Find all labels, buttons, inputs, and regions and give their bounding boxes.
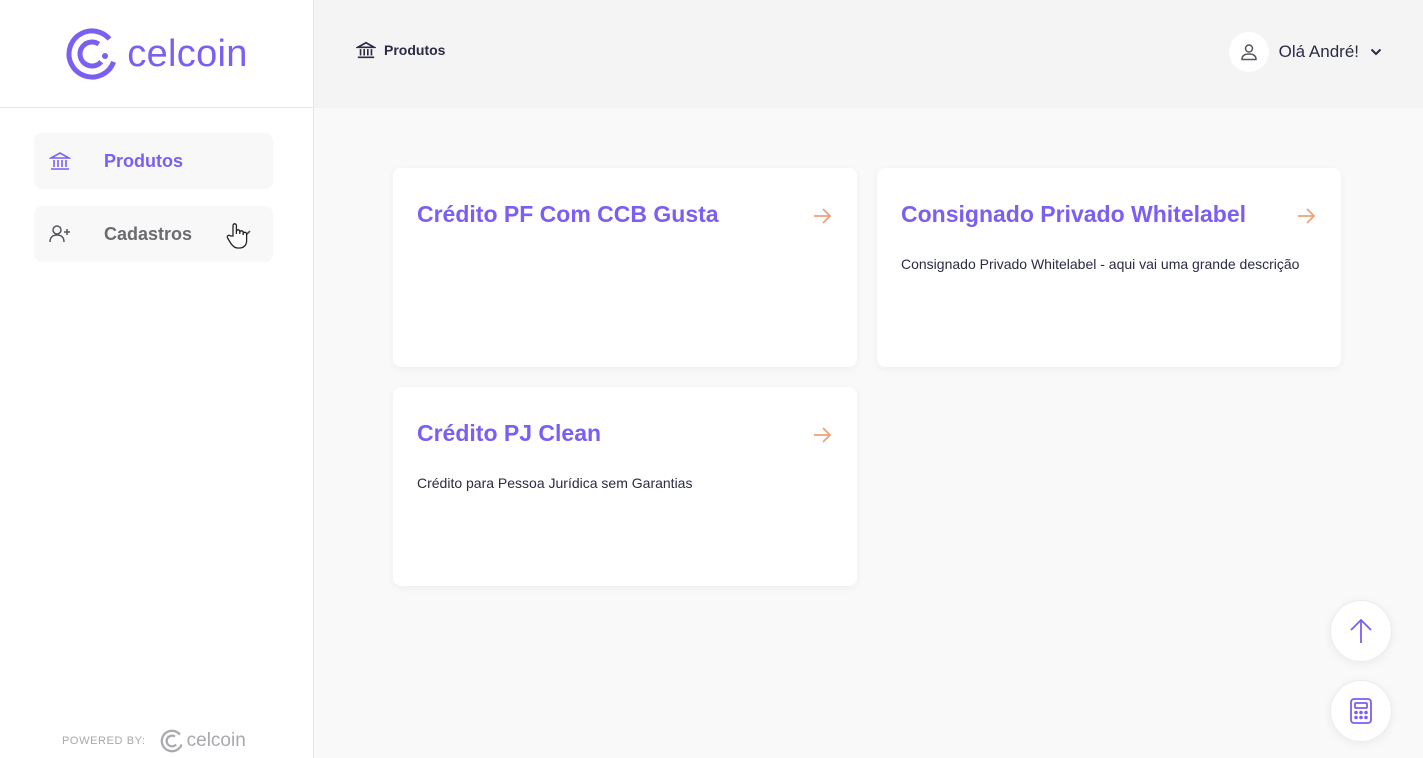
product-card-title: Crédito PF Com CCB Gusta [417, 201, 719, 227]
arrow-right-icon[interactable] [811, 205, 833, 227]
powered-by-footer: POWERED BY: celcoin [62, 727, 246, 755]
user-plus-icon [48, 222, 72, 246]
product-card[interactable]: Consignado Privado Whitelabel Consignado… [877, 168, 1341, 367]
calculator-icon [1350, 698, 1372, 724]
arrow-right-icon[interactable] [811, 424, 833, 446]
arrow-up-icon [1350, 618, 1372, 643]
sidebar-item-label: Produtos [104, 150, 183, 171]
bank-icon [356, 41, 376, 59]
footer-brand-name: celcoin [186, 730, 246, 751]
product-card-title: Consignado Privado Whitelabel [901, 201, 1247, 227]
breadcrumb: Produtos [356, 40, 445, 60]
chevron-down-icon[interactable] [1369, 45, 1383, 59]
sidebar-item-label: Cadastros [104, 223, 193, 244]
user-menu[interactable]: Olá André! [1228, 32, 1383, 72]
powered-by-label: POWERED BY: [62, 735, 146, 747]
footer-brand-logo: celcoin [160, 729, 246, 753]
celcoin-logo-icon [66, 28, 118, 79]
user-greeting: Olá André! [1278, 42, 1359, 61]
breadcrumb-label: Produtos [384, 42, 446, 58]
brand-name: celcoin [127, 32, 248, 75]
hand-cursor-icon [226, 223, 248, 249]
avatar[interactable] [1228, 32, 1269, 72]
sidebar-item-produtos[interactable]: Produtos [34, 133, 273, 189]
product-card[interactable]: Crédito PJ Clean Crédito para Pessoa Jur… [393, 387, 857, 586]
celcoin-logo-icon [160, 729, 183, 753]
scroll-to-top-button[interactable] [1330, 600, 1392, 662]
product-card-description: Consignado Privado Whitelabel - aqui vai… [901, 256, 1300, 272]
user-icon [1240, 44, 1257, 61]
product-card-description: Crédito para Pessoa Jurídica sem Garanti… [417, 475, 693, 491]
arrow-right-icon[interactable] [1295, 205, 1317, 227]
top-bar: Produtos Olá André! [314, 0, 1423, 108]
brand-logo[interactable]: celcoin [0, 0, 313, 108]
product-card-title: Crédito PJ Clean [417, 420, 602, 446]
calculator-button[interactable] [1330, 680, 1392, 742]
product-card[interactable]: Crédito PF Com CCB Gusta [393, 168, 857, 367]
bank-icon [48, 149, 72, 173]
sidebar: celcoin Produtos Cadastros POWERED BY: c… [0, 0, 314, 758]
